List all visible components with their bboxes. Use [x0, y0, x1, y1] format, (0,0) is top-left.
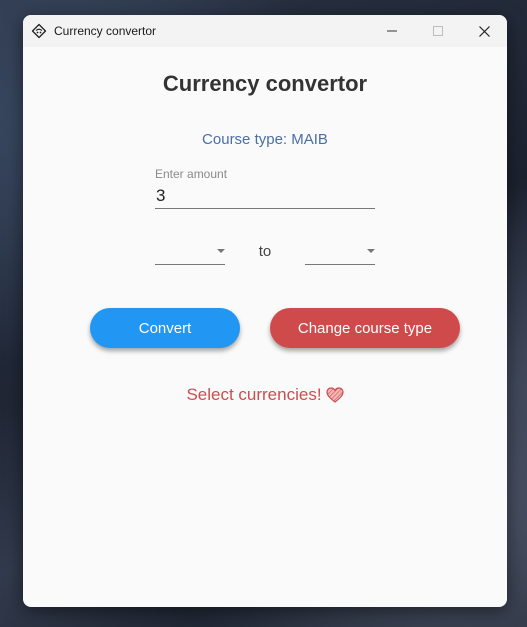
- app-window: Currency convertor Currency convertor Co…: [23, 15, 507, 607]
- minimize-icon: [387, 30, 397, 32]
- title-bar[interactable]: Currency convertor: [23, 15, 507, 47]
- status-message: Select currencies!: [23, 385, 507, 405]
- heart-icon: [325, 387, 344, 403]
- course-type-label: Course type: MAIB: [202, 131, 328, 148]
- window-controls: [369, 15, 507, 47]
- status-message-text: Select currencies!: [186, 385, 322, 404]
- amount-input[interactable]: [155, 183, 375, 209]
- change-course-type-button[interactable]: Change course type: [270, 308, 460, 348]
- window-title: Currency convertor: [54, 24, 157, 38]
- to-currency-select[interactable]: [305, 241, 375, 265]
- app-logo-icon: [31, 23, 47, 39]
- maximize-icon: [433, 26, 443, 36]
- amount-field-label: Enter amount: [155, 167, 228, 181]
- chevron-down-icon: [217, 249, 225, 253]
- close-button[interactable]: [461, 15, 507, 47]
- chevron-down-icon: [367, 249, 375, 253]
- to-label: to: [258, 243, 272, 260]
- main-content: Currency convertor Course type: MAIB Ent…: [23, 47, 507, 607]
- page-title: Currency convertor: [162, 71, 368, 96]
- from-currency-select[interactable]: [155, 241, 225, 265]
- amount-field: Enter amount: [155, 167, 375, 223]
- minimize-button[interactable]: [369, 15, 415, 47]
- maximize-button[interactable]: [415, 15, 461, 47]
- convert-button[interactable]: Convert: [90, 308, 240, 348]
- close-icon: [478, 25, 490, 37]
